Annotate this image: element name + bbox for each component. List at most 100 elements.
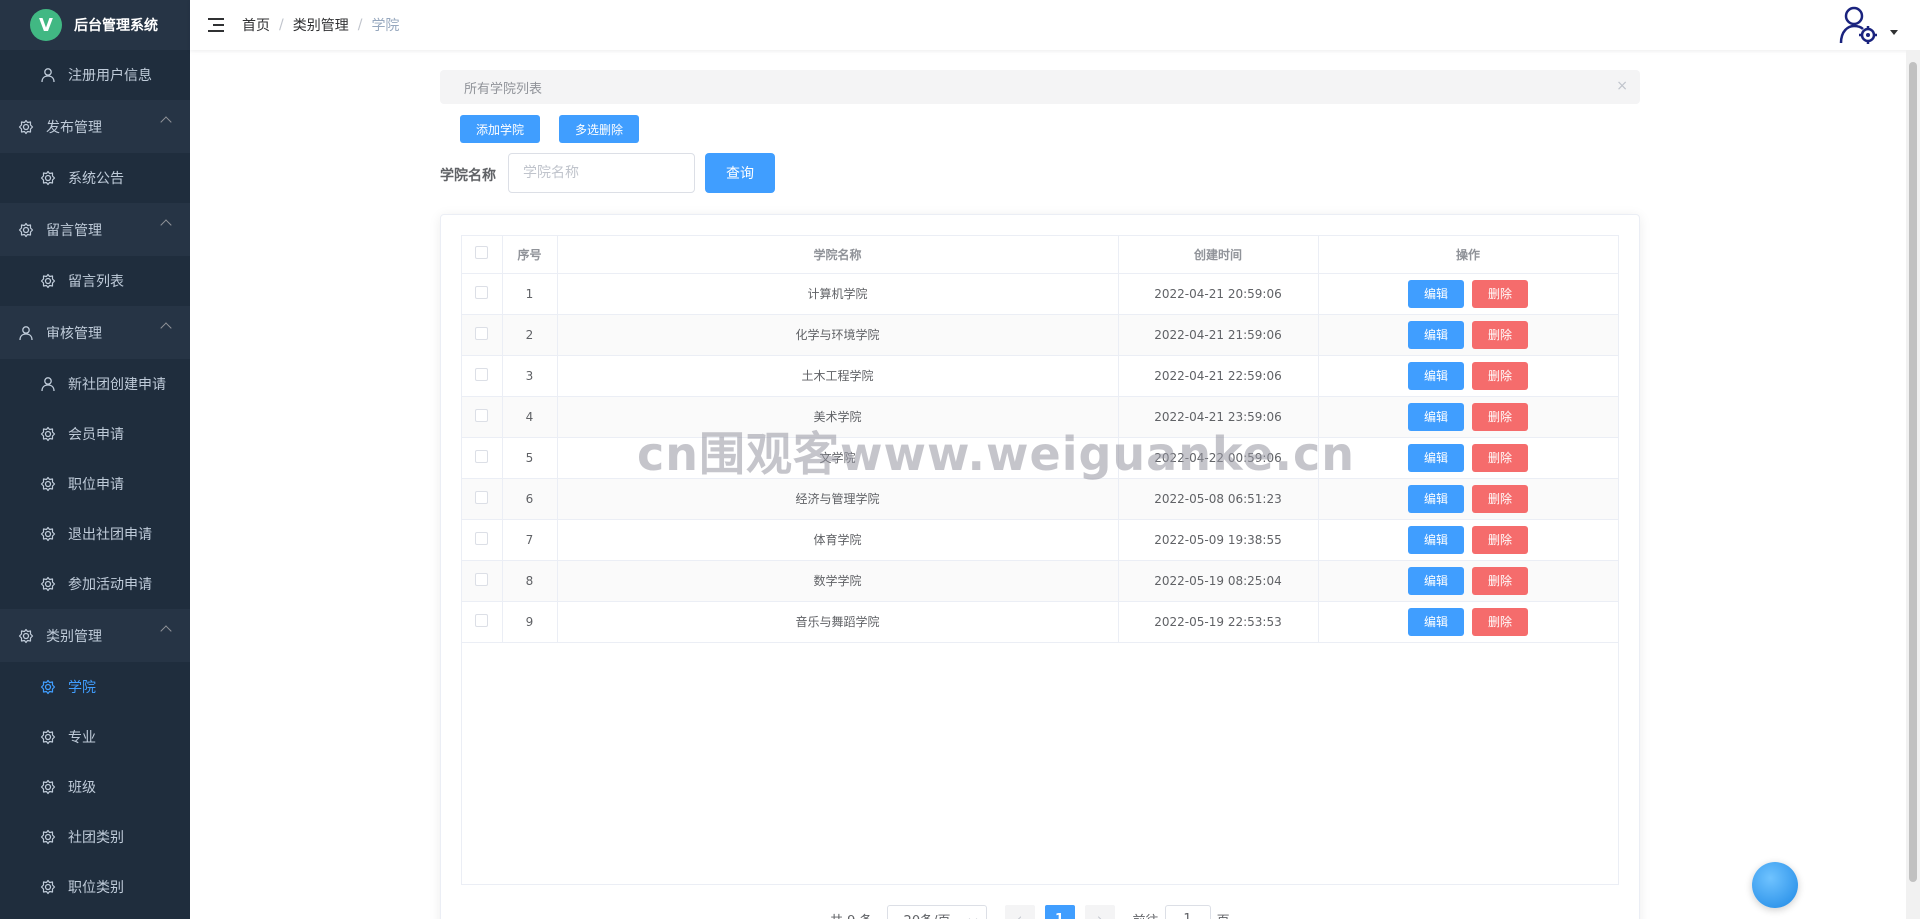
breadcrumb-separator: / (279, 17, 284, 33)
cell-index: 2 (502, 314, 558, 356)
delete-button[interactable]: 删除 (1472, 607, 1528, 636)
sidebar-group-5[interactable]: 审核管理 (0, 306, 190, 359)
cell-created-time: 2022-05-09 19:38:55 (1118, 519, 1319, 561)
breadcrumb-current: 学院 (371, 18, 400, 34)
edit-button[interactable]: 编辑 (1408, 320, 1464, 349)
edit-button[interactable]: 编辑 (1408, 361, 1464, 390)
sidebar-item-label: 留言管理 (46, 222, 102, 239)
row-checkbox[interactable] (475, 572, 489, 586)
delete-button[interactable]: 删除 (1472, 361, 1528, 390)
sidebar-item-14[interactable]: 班级 (0, 762, 190, 812)
sidebar-item-8[interactable]: 职位申请 (0, 459, 190, 509)
sidebar-item-12[interactable]: 学院 (0, 662, 190, 712)
goto-page-input[interactable]: 1 (1164, 905, 1211, 919)
sidebar-item-9[interactable]: 退出社团申请 (0, 509, 190, 559)
sidebar-item-0[interactable]: 注册用户信息 (0, 50, 190, 100)
cell-actions: 编辑 删除 (1318, 601, 1619, 643)
goto-suffix: 页 (1217, 910, 1230, 919)
sidebar-item-7[interactable]: 会员申请 (0, 409, 190, 459)
delete-button[interactable]: 删除 (1472, 525, 1528, 554)
college-name-input[interactable] (508, 153, 695, 193)
vertical-scrollbar[interactable] (1906, 50, 1920, 919)
row-checkbox[interactable] (475, 326, 489, 340)
sidebar-item-2[interactable]: 系统公告 (0, 153, 190, 203)
row-checkbox[interactable] (475, 449, 489, 463)
row-checkbox-cell[interactable] (462, 560, 503, 602)
row-checkbox-cell[interactable] (462, 355, 503, 397)
table-card: 序号 学院名称 创建时间 操作 1 计算机学院 2022-04-21 20:59:0… (440, 214, 1640, 919)
row-checkbox-cell[interactable] (462, 519, 503, 561)
table-row: 8 数学学院 2022-05-19 08:25:04 编辑 删除 (462, 560, 1619, 602)
sidebar-group-11[interactable]: 类别管理 (0, 609, 190, 662)
gear-icon (40, 829, 56, 845)
edit-button[interactable]: 编辑 (1408, 402, 1464, 431)
edit-button[interactable]: 编辑 (1408, 484, 1464, 513)
row-checkbox[interactable] (475, 408, 489, 422)
cell-created-time: 2022-04-21 20:59:06 (1118, 273, 1319, 315)
row-checkbox-cell[interactable] (462, 273, 503, 315)
select-all-checkbox[interactable] (475, 246, 489, 260)
chevron-up-icon (160, 625, 172, 637)
breadcrumb-home[interactable]: 首页 (242, 15, 270, 35)
sidebar-item-label: 系统公告 (68, 171, 124, 187)
vue-logo-icon: V (30, 9, 62, 41)
sidebar-item-4[interactable]: 留言列表 (0, 256, 190, 306)
cell-college-name: 土木工程学院 (557, 355, 1119, 397)
sidebar-item-label: 职位申请 (68, 477, 124, 493)
sidebar-item-13[interactable]: 专业 (0, 712, 190, 762)
gear-icon (40, 273, 56, 289)
alert-title: 所有学院列表 (464, 81, 543, 97)
delete-button[interactable]: 删除 (1472, 320, 1528, 349)
edit-button[interactable]: 编辑 (1408, 443, 1464, 472)
page-size-select[interactable]: 20条/页 (886, 905, 987, 919)
page-number-current[interactable]: 1 (1044, 905, 1075, 919)
sidebar-group-3[interactable]: 留言管理 (0, 203, 190, 256)
sidebar-item-label: 班级 (68, 780, 96, 796)
batch-delete-button[interactable]: 多选删除 (559, 115, 639, 143)
delete-button[interactable]: 删除 (1472, 279, 1528, 308)
row-checkbox-cell[interactable] (462, 437, 503, 479)
gear-icon (40, 576, 56, 592)
row-checkbox-cell[interactable] (462, 478, 503, 520)
row-checkbox[interactable] (475, 285, 489, 299)
goto-prefix: 前往 (1133, 910, 1159, 919)
row-checkbox[interactable] (475, 613, 489, 627)
row-checkbox[interactable] (475, 531, 489, 545)
floating-assistant-button[interactable] (1752, 862, 1798, 908)
prev-page-button[interactable]: ‹ (1004, 905, 1035, 919)
edit-button[interactable]: 编辑 (1408, 525, 1464, 554)
row-checkbox[interactable] (475, 490, 489, 504)
breadcrumb-category[interactable]: 类别管理 (293, 15, 349, 35)
user-settings-icon[interactable] (1838, 5, 1880, 45)
gear-icon (18, 222, 34, 238)
next-page-button[interactable]: › (1084, 905, 1115, 919)
row-checkbox-cell[interactable] (462, 601, 503, 643)
edit-button[interactable]: 编辑 (1408, 566, 1464, 595)
search-button[interactable]: 查询 (705, 153, 775, 193)
sidebar-item-10[interactable]: 参加活动申请 (0, 559, 190, 609)
scrollbar-thumb[interactable] (1909, 62, 1917, 882)
delete-button[interactable]: 删除 (1472, 484, 1528, 513)
sidebar-group-1[interactable]: 发布管理 (0, 100, 190, 153)
sidebar-item-15[interactable]: 社团类别 (0, 812, 190, 862)
row-checkbox[interactable] (475, 367, 489, 381)
table-row: 3 土木工程学院 2022-04-21 22:59:06 编辑 删除 (462, 355, 1619, 397)
cell-index: 6 (502, 478, 558, 520)
hamburger-icon[interactable] (208, 18, 224, 32)
row-checkbox-cell[interactable] (462, 314, 503, 356)
caret-down-icon[interactable] (1890, 30, 1898, 35)
select-all-checkbox-cell[interactable] (462, 236, 503, 274)
delete-button[interactable]: 删除 (1472, 443, 1528, 472)
edit-button[interactable]: 编辑 (1408, 279, 1464, 308)
sidebar-item-16[interactable]: 职位类别 (0, 862, 190, 912)
edit-button[interactable]: 编辑 (1408, 607, 1464, 636)
cell-actions: 编辑 删除 (1318, 273, 1619, 315)
close-icon[interactable]: × (1616, 78, 1628, 94)
delete-button[interactable]: 删除 (1472, 566, 1528, 595)
add-college-button[interactable]: 添加学院 (460, 115, 540, 143)
cell-created-time: 2022-05-19 22:53:53 (1118, 601, 1319, 643)
row-checkbox-cell[interactable] (462, 396, 503, 438)
logo[interactable]: V 后台管理系统 (0, 0, 190, 50)
delete-button[interactable]: 删除 (1472, 402, 1528, 431)
sidebar-item-6[interactable]: 新社团创建申请 (0, 359, 190, 409)
